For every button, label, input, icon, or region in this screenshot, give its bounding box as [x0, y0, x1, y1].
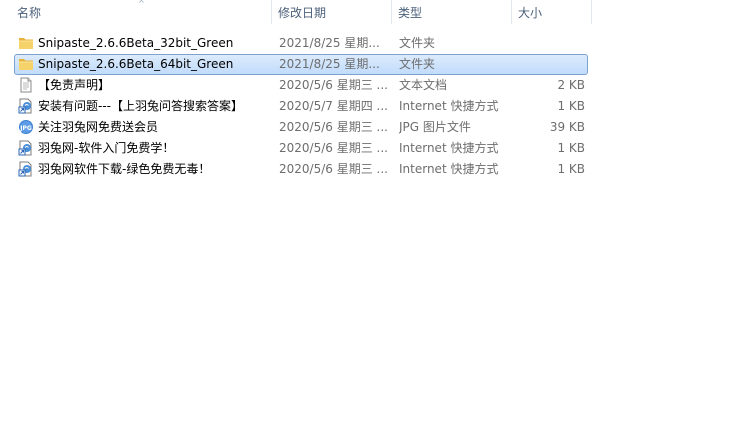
file-name: Snipaste_2.6.6Beta_64bit_Green [38, 57, 234, 71]
file-row[interactable]: 羽兔网软件下载-绿色免费无毒！ 2020/5/6 星期三 ... Internet … [14, 159, 588, 180]
file-row[interactable]: 羽兔网-软件入门免费学！ 2020/5/6 星期三 ... Internet 快捷方… [14, 138, 588, 159]
file-type: 文本文档 [399, 78, 448, 92]
folder-icon [18, 35, 34, 51]
svg-text:JPG: JPG [19, 125, 32, 132]
file-row[interactable]: 【免责声明】 2020/5/6 星期三 ... 文本文档 2 KB [14, 75, 588, 96]
file-name: 羽兔网软件下载-绿色免费无毒！ [38, 162, 211, 176]
file-list-view: 名称 ^ 修改日期 类型 大小 Snipaste_2.6.6Beta_32bit… [0, 0, 750, 423]
file-size: 1 KB [557, 99, 585, 113]
shortcut-icon [18, 161, 34, 177]
column-header-type[interactable]: 类型 [392, 0, 512, 26]
file-name: Snipaste_2.6.6Beta_32bit_Green [38, 36, 234, 50]
file-date-modified: 2020/5/6 星期三 ... [279, 141, 388, 155]
file-type: 文件夹 [399, 36, 436, 50]
column-header-date[interactable]: 修改日期 [272, 0, 392, 26]
jpg-file-icon: JPG [18, 119, 34, 135]
file-date-modified: 2020/5/6 星期三 ... [279, 120, 388, 134]
file-size [509, 34, 585, 53]
shortcut-icon [18, 98, 34, 114]
file-name: 安装有问题---【上羽兔问答搜索答案】 [38, 99, 243, 113]
file-name: 【免责声明】 [38, 78, 111, 92]
column-header-bar: 名称 ^ 修改日期 类型 大小 [0, 0, 750, 26]
file-size [509, 55, 585, 74]
file-type: Internet 快捷方式 [399, 141, 499, 155]
file-size: 2 KB [557, 78, 585, 92]
file-name: 羽兔网-软件入门免费学！ [38, 141, 175, 155]
file-date-modified: 2021/8/25 星期... [279, 36, 380, 50]
column-divider[interactable] [591, 0, 592, 24]
file-date-modified: 2021/8/25 星期... [279, 57, 380, 71]
sort-ascending-icon: ^ [138, 0, 145, 8]
file-size: 1 KB [557, 162, 585, 176]
file-row[interactable]: 安装有问题---【上羽兔问答搜索答案】 2020/5/7 星期四 ... Inter… [14, 96, 588, 117]
text-file-icon [18, 77, 34, 93]
file-row[interactable]: Snipaste_2.6.6Beta_64bit_Green 2021/8/25 … [14, 54, 588, 75]
file-row[interactable]: JPG 关注羽兔网免费送会员 2020/5/6 星期三 ... JPG 图片文件 39 … [14, 117, 588, 138]
file-size: 1 KB [557, 141, 585, 155]
folder-icon [18, 56, 34, 72]
column-header-size[interactable]: 大小 [512, 0, 592, 26]
file-date-modified: 2020/5/7 星期四 ... [279, 99, 388, 113]
file-type: JPG 图片文件 [399, 120, 471, 134]
file-name: 关注羽兔网免费送会员 [38, 120, 159, 134]
file-type: Internet 快捷方式 [399, 99, 499, 113]
file-date-modified: 2020/5/6 星期三 ... [279, 162, 388, 176]
file-date-modified: 2020/5/6 星期三 ... [279, 78, 388, 92]
file-type: Internet 快捷方式 [399, 162, 499, 176]
file-size: 39 KB [549, 120, 585, 134]
file-type: 文件夹 [399, 57, 436, 71]
shortcut-icon [18, 140, 34, 156]
file-row[interactable]: Snipaste_2.6.6Beta_32bit_Green 2021/8/25 … [14, 33, 588, 54]
